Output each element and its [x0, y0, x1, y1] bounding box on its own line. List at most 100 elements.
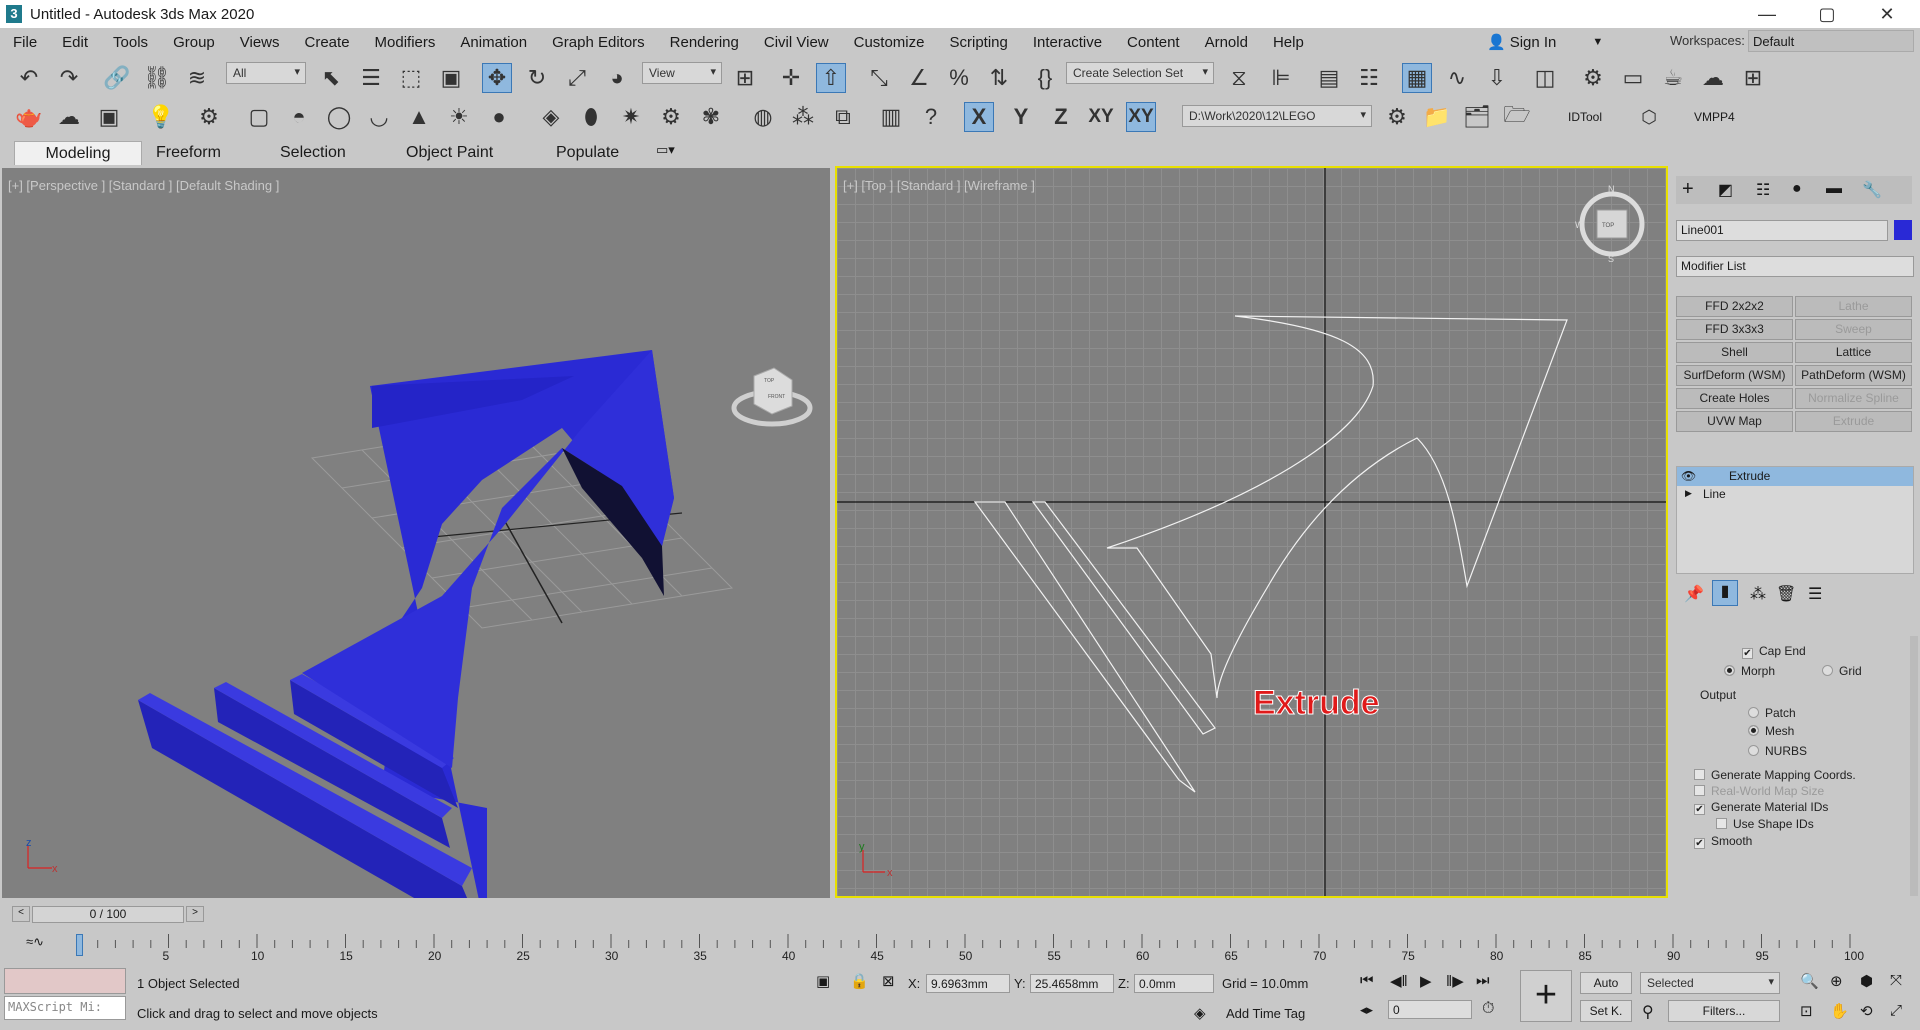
material-editor-icon[interactable]: ◫ — [1530, 63, 1560, 93]
modifier-button-ffd-2x2x2[interactable]: FFD 2x2x2 — [1676, 296, 1793, 317]
mesh-radio[interactable]: Mesh — [1748, 724, 1794, 738]
undo-icon[interactable]: ↶ — [14, 63, 44, 93]
gear-icon[interactable]: ⚙ — [656, 102, 686, 132]
tab-object-paint[interactable]: Object Paint — [406, 141, 493, 165]
keyboard-shortcut-override-icon[interactable]: ⇧ — [816, 63, 846, 93]
rectangular-region-icon[interactable]: ⬚ — [396, 63, 426, 93]
scene-converter-icon[interactable]: ⧉ — [828, 102, 858, 132]
current-frame-field[interactable]: 0 — [1388, 1000, 1472, 1019]
track-bar[interactable]: ≈∿ 5 10 15 20 25 30 35 40 45 50 55 60 65 70 75 80 85 90 95… — [0, 928, 1920, 964]
lock-icon[interactable]: 🔒 — [850, 972, 869, 990]
set-key-big-button[interactable]: + — [1520, 970, 1572, 1022]
maxscript-mini-listener[interactable]: MAXScript Mi: — [4, 996, 126, 1020]
capsule-icon[interactable]: ⬮ — [576, 102, 606, 132]
zoom-all-icon[interactable]: ⊕ — [1830, 972, 1843, 990]
select-by-name-icon[interactable]: ☰ — [356, 63, 386, 93]
expand-icon[interactable]: ▶ — [1685, 488, 1692, 499]
maximize-button[interactable]: ▢ — [1797, 0, 1857, 28]
object-color-swatch[interactable] — [1894, 220, 1912, 240]
window-crossing-icon[interactable]: ▣ — [436, 63, 466, 93]
mirror-icon[interactable]: ⧖ — [1224, 63, 1254, 93]
orbit-icon[interactable]: ⟲ — [1860, 1002, 1873, 1020]
show-end-result-icon[interactable]: ▮ — [1712, 580, 1738, 606]
modifier-button-lathe[interactable]: Lathe — [1795, 296, 1912, 317]
configure-sets-icon[interactable]: ☰ — [1808, 584, 1822, 604]
menu-rendering[interactable]: Rendering — [657, 34, 751, 51]
key-filter-dropdown[interactable]: Selected — [1640, 972, 1780, 994]
add-time-tag[interactable]: Add Time Tag — [1226, 1006, 1305, 1021]
place-icon[interactable]: ◕ — [602, 63, 632, 93]
modifier-button-uvw-map[interactable]: UVW Map — [1676, 411, 1793, 432]
prev-frame-button[interactable]: < — [12, 906, 30, 922]
generate-material-ids-checkbox[interactable]: ✔ Generate Material IDs — [1694, 800, 1828, 815]
folder-icon[interactable]: 📁 — [1422, 102, 1452, 132]
rendered-frame-window-icon[interactable]: ▭ — [1618, 63, 1648, 93]
modifier-button-shell[interactable]: Shell — [1676, 342, 1793, 363]
modifier-button-extrude[interactable]: Extrude — [1795, 411, 1912, 432]
motion-tab-icon[interactable]: ● — [1792, 180, 1802, 198]
menu-edit[interactable]: Edit — [49, 34, 100, 51]
auto-key-button[interactable]: Auto — [1580, 972, 1632, 994]
bind-spacewarp-icon[interactable]: ≋ — [182, 63, 212, 93]
percent-snap-icon[interactable]: % — [944, 63, 974, 93]
light-icon[interactable]: 💡 — [146, 102, 176, 132]
cloud-icon[interactable]: ☁ — [54, 102, 84, 132]
modifier-button-create-holes[interactable]: Create Holes — [1676, 388, 1793, 409]
extruded-object[interactable] — [138, 350, 674, 898]
named-selection-dropdown[interactable]: Create Selection Set — [1066, 62, 1214, 84]
menu-scripting[interactable]: Scripting — [936, 34, 1019, 51]
menu-views[interactable]: Views — [227, 34, 292, 51]
select-object-icon[interactable]: ⬉ — [316, 63, 346, 93]
top-viewport[interactable]: [+] [Top ] [Standard ] [Wireframe ] Extr… — [835, 166, 1668, 898]
sphere-icon[interactable]: ◍ — [748, 102, 778, 132]
constrain-y-button[interactable]: Y — [1006, 102, 1036, 132]
maxscript-listener-pink[interactable] — [4, 968, 126, 994]
cone-icon[interactable]: ▲ — [404, 102, 434, 132]
trash-icon[interactable]: 🗑 — [1776, 584, 1796, 604]
render-production-icon[interactable]: ☕ — [1658, 63, 1688, 93]
snaps-toggle-icon[interactable]: ⤡ — [864, 63, 894, 93]
color-balls-icon[interactable]: ⁂ — [788, 102, 818, 132]
pin-stack-icon[interactable]: 📌 — [1684, 584, 1704, 604]
menu-create[interactable]: Create — [292, 34, 362, 51]
dome-icon[interactable]: ◓ — [284, 102, 314, 132]
hierarchy-tab-icon[interactable]: ☷ — [1756, 180, 1770, 200]
compass[interactable]: N S W TOP — [1575, 184, 1645, 264]
sphere-gold-icon[interactable]: ● — [484, 102, 514, 132]
zoom-extents-icon[interactable]: ⬢ — [1860, 972, 1873, 990]
move-icon[interactable]: ✥ — [482, 63, 512, 93]
sun-icon[interactable]: ☀ — [444, 102, 474, 132]
menu-arnold[interactable]: Arnold — [1192, 34, 1260, 51]
bowl-icon[interactable]: ◡ — [364, 102, 394, 132]
render-setup-icon[interactable]: ⚙ — [1578, 63, 1608, 93]
display-tab-icon[interactable]: ▬ — [1826, 180, 1842, 198]
selection-filter-dropdown[interactable]: All — [226, 62, 306, 84]
grid-radio[interactable]: Grid — [1822, 664, 1862, 678]
curve-editor-mini-icon[interactable]: ≈∿ — [26, 934, 44, 950]
real-world-map-checkbox[interactable]: Real-World Map Size — [1694, 784, 1824, 798]
reference-coordinate-dropdown[interactable]: View — [642, 62, 722, 84]
spinner-snap-icon[interactable]: ⇅ — [984, 63, 1014, 93]
project-settings-icon[interactable]: ⚙ — [1382, 102, 1412, 132]
unlink-icon[interactable]: ⛓ — [142, 63, 172, 93]
tab-selection[interactable]: Selection — [280, 141, 346, 165]
generate-mapping-checkbox[interactable]: Generate Mapping Coords. — [1694, 768, 1856, 782]
utilities-tab-icon[interactable]: 🔧 — [1862, 180, 1882, 200]
menu-file[interactable]: File — [0, 34, 49, 51]
menu-help[interactable]: Help — [1260, 34, 1316, 51]
morph-radio[interactable]: Morph — [1724, 664, 1775, 678]
cap-end-checkbox[interactable]: ✔ Cap End — [1742, 644, 1806, 659]
patch-radio[interactable]: Patch — [1748, 706, 1796, 720]
zoom-region-icon[interactable]: ⊡ — [1800, 1002, 1813, 1020]
menu-content[interactable]: Content — [1114, 34, 1192, 51]
object-name-field[interactable]: Line001 — [1676, 220, 1888, 241]
maximize-viewport-icon[interactable]: ⤢ — [1890, 1002, 1902, 1019]
set-key-button[interactable]: Set K. — [1580, 1000, 1632, 1022]
next-frame-button[interactable]: > — [186, 906, 204, 922]
scene-explorer-icon[interactable]: ▤ — [1314, 63, 1344, 93]
menu-tools[interactable]: Tools — [100, 34, 160, 51]
pivot-center-icon[interactable]: ⊞ — [730, 63, 760, 93]
viewcube[interactable]: TOP FRONT — [731, 367, 813, 427]
dope-sheet-icon[interactable]: ⇩ — [1482, 63, 1512, 93]
constrain-xy-button[interactable]: XY — [1086, 102, 1116, 132]
